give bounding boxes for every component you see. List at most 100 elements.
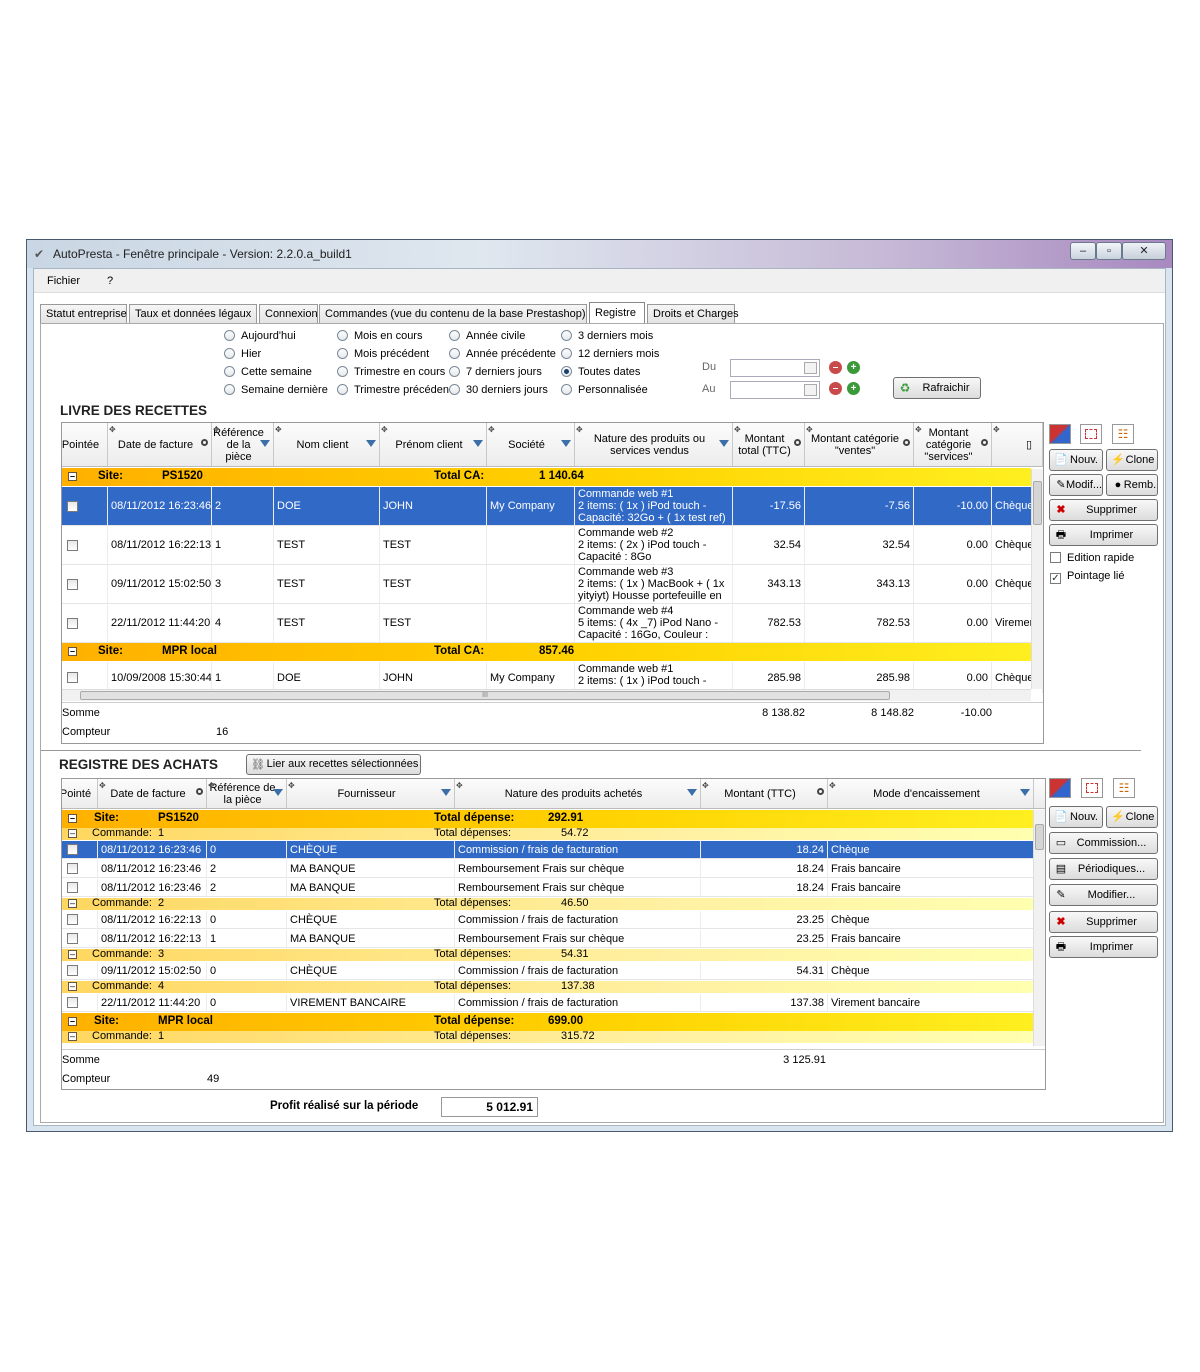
recettes-cell[interactable] [62, 526, 108, 564]
scroll-thumb[interactable]: III [80, 691, 890, 700]
recettes-toolbar-icon-image[interactable] [1049, 424, 1071, 444]
radio-icon[interactable] [224, 348, 235, 359]
achats-modify-button[interactable]: ✎ Modifier... [1049, 884, 1158, 906]
period-radio[interactable]: 30 derniers jours [449, 384, 548, 396]
recettes-row[interactable]: 22/11/2012 11:44:20 4 TEST TEST Commande web… [62, 604, 1043, 643]
quick-edit-checkbox[interactable]: Edition rapide [1050, 552, 1134, 564]
close-button[interactable]: ✕ [1122, 242, 1166, 260]
period-radio[interactable]: Aujourd'hui [224, 330, 296, 342]
link-receipts-button[interactable]: ⛓ Lier aux recettes sélectionnées [246, 754, 421, 775]
period-radio[interactable]: Mois en cours [337, 330, 422, 342]
recettes-toolbar-tree-icon[interactable]: ☷ [1112, 424, 1134, 444]
recettes-cell[interactable] [62, 604, 108, 642]
set-date-icon[interactable]: + [847, 382, 860, 395]
collapse-icon[interactable]: – [68, 1017, 77, 1026]
recettes-col-header-2[interactable]: Référence de la pièce ✥ [212, 423, 274, 466]
achats-periodic-button[interactable]: ▤ Périodiques... [1049, 858, 1158, 880]
recettes-col-header-8[interactable]: Montant catégorie "ventes" ✥ [805, 423, 914, 466]
period-radio[interactable]: Semaine dernière [224, 384, 328, 396]
achats-col-header-0[interactable]: Pointé [62, 779, 98, 808]
pointee-checkbox[interactable] [67, 539, 78, 551]
pointee-checkbox[interactable] [67, 578, 78, 590]
achats-print-button[interactable]: 🖶 Imprimer [1049, 936, 1158, 958]
achats-commande-group[interactable]: – Commande: 2 Total dépenses: 46.50 [62, 897, 1033, 910]
set-date-icon[interactable]: + [847, 361, 860, 374]
radio-icon[interactable] [337, 330, 348, 341]
radio-icon[interactable] [449, 366, 460, 377]
achats-commande-group[interactable]: – Commande: 3 Total dépenses: 54.31 [62, 948, 1033, 961]
achats-row[interactable]: 08/11/2012 16:22:13 0 CHÈQUE Commission / f… [62, 911, 1034, 929]
tab-0[interactable]: Statut entreprise [40, 304, 127, 324]
achats-cell[interactable] [62, 879, 98, 896]
scroll-thumb[interactable] [1033, 481, 1042, 525]
refresh-button[interactable]: ♻ Rafraichir [893, 377, 981, 399]
clear-date-icon[interactable]: – [829, 361, 842, 374]
recettes-site-group[interactable]: – Site: PS1520 Total CA: 1 140.64 [62, 468, 1031, 486]
filter-icon[interactable] [473, 439, 483, 447]
period-radio[interactable]: Année précédente [449, 348, 556, 360]
radio-icon[interactable] [449, 348, 460, 359]
search-icon[interactable] [981, 438, 988, 446]
radio-icon[interactable] [337, 384, 348, 395]
clear-date-icon[interactable]: – [829, 382, 842, 395]
achats-row[interactable]: 08/11/2012 16:22:13 1 MA BANQUE Rembourseme… [62, 930, 1034, 948]
recettes-col-header-10[interactable]: ✥ ▯ [992, 423, 1043, 466]
filter-icon[interactable] [719, 439, 729, 447]
filter-icon[interactable] [273, 788, 283, 796]
recettes-col-header-7[interactable]: Montant total (TTC) ✥ [733, 423, 805, 466]
search-icon[interactable] [196, 787, 203, 795]
search-icon[interactable] [903, 438, 910, 446]
recettes-col-header-1[interactable]: Date de facture ✥ [108, 423, 212, 466]
scroll-thumb[interactable] [1035, 824, 1044, 850]
recettes-site-group[interactable]: – Site: MPR local Total CA: 857.46 [62, 643, 1031, 661]
collapse-icon[interactable]: – [68, 814, 77, 823]
radio-icon[interactable] [449, 384, 460, 395]
achats-col-header-1[interactable]: Date de facture ✥ [98, 779, 207, 808]
achats-cell[interactable] [62, 930, 98, 947]
filter-icon[interactable] [441, 788, 451, 796]
checkbox-icon[interactable]: ✓ [1050, 573, 1061, 584]
filter-icon[interactable] [366, 439, 376, 447]
delete-button[interactable]: ✖ Supprimer [1049, 499, 1158, 521]
modify-button[interactable]: ✎ Modif... [1049, 474, 1103, 496]
radio-icon[interactable] [561, 348, 572, 359]
achats-row[interactable]: 22/11/2012 11:44:20 0 VIREMENT BANCAIRE Com… [62, 994, 1034, 1012]
achats-commande-group[interactable]: – Commande: 4 Total dépenses: 137.38 [62, 980, 1033, 993]
achats-col-header-4[interactable]: Nature des produits achetés ✥ [455, 779, 701, 808]
achats-cell[interactable] [62, 911, 98, 928]
column-chooser-icon[interactable]: ▯ [1026, 439, 1032, 451]
achats-commission-button[interactable]: ▭ Commission... [1049, 832, 1158, 854]
splitter[interactable] [41, 750, 1141, 752]
achats-site-group[interactable]: – Site: PS1520 Total dépense: 292.91 [62, 810, 1033, 828]
tab-2[interactable]: Connexion [259, 304, 318, 324]
achats-cell[interactable] [62, 841, 98, 858]
period-radio[interactable]: Trimestre précéden [337, 384, 449, 396]
date-from-input[interactable] [730, 359, 820, 377]
collapse-icon[interactable]: – [68, 950, 77, 959]
tab-4[interactable]: Registre [589, 302, 645, 325]
achats-site-group[interactable]: – Site: MPR local Total dépense: 699.00 [62, 1013, 1033, 1031]
recettes-cell[interactable] [62, 487, 108, 525]
recettes-cell[interactable] [62, 565, 108, 603]
radio-icon[interactable] [337, 366, 348, 377]
achats-cell[interactable] [62, 860, 98, 877]
collapse-icon[interactable]: – [68, 829, 77, 838]
achats-col-header-5[interactable]: Montant (TTC) ✥ [701, 779, 828, 808]
period-radio[interactable]: Mois précédent [337, 348, 429, 360]
radio-icon[interactable] [224, 366, 235, 377]
pointe-checkbox[interactable] [67, 844, 78, 855]
period-radio[interactable]: Cette semaine [224, 366, 312, 378]
period-radio[interactable]: 12 derniers mois [561, 348, 659, 360]
period-radio[interactable]: 7 derniers jours [449, 366, 542, 378]
menu-help[interactable]: ? [107, 275, 113, 287]
filter-icon[interactable] [687, 788, 697, 796]
collapse-icon[interactable]: – [68, 1032, 77, 1041]
achats-cell[interactable] [62, 962, 98, 979]
recettes-toolbar-select-icon[interactable] [1080, 424, 1102, 444]
achats-clone-button[interactable]: ⚡ Clone [1106, 806, 1158, 828]
pointee-checkbox[interactable] [67, 617, 78, 629]
achats-toolbar-select-icon[interactable] [1081, 778, 1103, 798]
pointe-checkbox[interactable] [67, 933, 78, 944]
achats-row[interactable]: 08/11/2012 16:23:46 0 CHÈQUE Commission / f… [62, 841, 1034, 859]
remb-button[interactable]: ● Remb. [1106, 474, 1158, 496]
